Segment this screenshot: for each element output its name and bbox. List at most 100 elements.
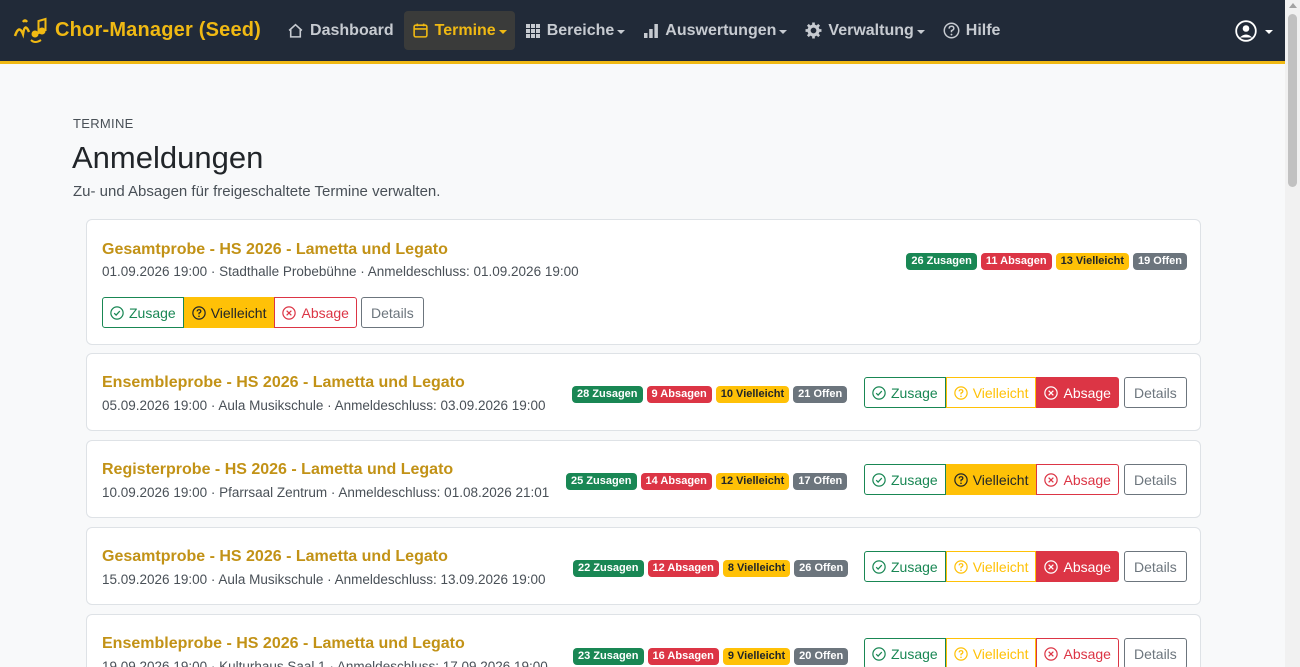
zusagen-badge: 26 Zusagen: [906, 253, 977, 270]
zusagen-badge: 22 Zusagen: [573, 560, 644, 577]
vielleicht-badge: 10 Vielleicht: [715, 386, 790, 403]
event-title[interactable]: Ensembleprobe - HS 2026 - Lametta und Le…: [102, 374, 465, 392]
vielleicht-button[interactable]: Vielleicht: [183, 297, 275, 328]
absage-button[interactable]: Absage: [1036, 464, 1119, 495]
nav-bereiche-label: Bereiche: [546, 21, 615, 39]
gear-icon: [805, 22, 822, 39]
vielleicht-button[interactable]: Vielleicht: [945, 464, 1037, 495]
zusage-label: Zusage: [891, 645, 938, 662]
absagen-badge: 14 Absagen: [640, 473, 712, 490]
zusagen-badge: 28 Zusagen: [572, 386, 643, 403]
vielleicht-badge: 8 Vielleicht: [722, 560, 791, 577]
calendar-icon: [412, 23, 428, 38]
x-circle-icon: [1044, 385, 1059, 400]
zusage-button[interactable]: Zusage: [864, 551, 946, 582]
nav-verwaltung[interactable]: Verwaltung: [797, 11, 932, 50]
check-circle-icon: [872, 472, 886, 487]
zusage-button[interactable]: Zusage: [102, 297, 184, 328]
details-button[interactable]: Details: [1124, 377, 1187, 408]
details-button[interactable]: Details: [1124, 638, 1187, 667]
brand-link[interactable]: Chor-Manager (Seed): [13, 14, 261, 48]
nav-termine[interactable]: Termine: [403, 11, 515, 50]
x-circle-icon: [1044, 646, 1059, 661]
details-button[interactable]: Details: [1124, 551, 1187, 582]
user-menu[interactable]: [1235, 20, 1273, 42]
absagen-badge: 11 Absagen: [980, 253, 1052, 270]
x-circle-icon: [1044, 472, 1059, 487]
page-scrollbar[interactable]: [1285, 0, 1300, 667]
absage-button[interactable]: Absage: [1036, 551, 1119, 582]
details-button[interactable]: Details: [361, 297, 424, 328]
event-card: Ensembleprobe - HS 2026 - Lametta und Le…: [86, 353, 1201, 431]
offen-badge: 21 Offen: [793, 386, 848, 403]
question-circle-icon: [953, 646, 968, 661]
question-circle-icon: [953, 472, 968, 487]
zusagen-badge: 23 Zusagen: [573, 648, 644, 665]
nav-auswertungen[interactable]: Auswertungen: [635, 11, 795, 50]
vielleicht-label: Vielleicht: [972, 558, 1029, 575]
question-circle-icon: [191, 305, 206, 320]
response-button-group: Zusage Vielleicht Absage: [864, 551, 1119, 582]
event-card: Ensembleprobe - HS 2026 - Lametta und Le…: [86, 614, 1201, 667]
nav-bereiche[interactable]: Bereiche: [517, 11, 634, 50]
question-circle-icon: [953, 385, 968, 400]
zusage-button[interactable]: Zusage: [864, 638, 946, 667]
response-button-group: Zusage Vielleicht Absage: [864, 464, 1119, 495]
grid-icon: [525, 23, 540, 38]
details-button[interactable]: Details: [1124, 464, 1187, 495]
nav-verwaltung-label: Verwaltung: [828, 21, 914, 39]
vielleicht-badge: 13 Vielleicht: [1055, 253, 1129, 270]
bar-chart-icon: [644, 23, 659, 38]
absage-button[interactable]: Absage: [1036, 638, 1119, 667]
zusage-button[interactable]: Zusage: [864, 377, 946, 408]
event-meta: 19.09.2026 19:00 · Kulturhaus Saal 1 · A…: [102, 659, 548, 667]
nav-dashboard-label: Dashboard: [310, 21, 394, 39]
zusage-label: Zusage: [891, 384, 938, 401]
vielleicht-button[interactable]: Vielleicht: [945, 551, 1037, 582]
page-title: Anmeldungen: [72, 140, 264, 175]
nav-hilfe[interactable]: Hilfe: [935, 11, 1009, 50]
nav-termine-label: Termine: [434, 21, 496, 39]
event-stats: 28 Zusagen 9 Absagen 10 Vielleicht 21 Of…: [572, 386, 848, 403]
absagen-badge: 12 Absagen: [647, 560, 719, 577]
home-icon: [288, 23, 303, 38]
vielleicht-button[interactable]: Vielleicht: [945, 377, 1037, 408]
scroll-up-arrow-icon[interactable]: [1289, 3, 1297, 8]
page-overline: TERMINE: [73, 116, 134, 131]
nav-dashboard[interactable]: Dashboard: [279, 11, 402, 50]
vielleicht-label: Vielleicht: [210, 304, 267, 321]
zusage-button[interactable]: Zusage: [864, 464, 946, 495]
vielleicht-button[interactable]: Vielleicht: [945, 638, 1037, 667]
main-nav: Dashboard Termine Bereiche Auswertungen …: [279, 11, 1010, 50]
response-button-group: Zusage Vielleicht Absage: [864, 377, 1119, 408]
question-circle-icon: [953, 559, 968, 574]
check-circle-icon: [110, 305, 124, 320]
event-stats: 26 Zusagen 11 Absagen 13 Vielleicht 19 O…: [906, 253, 1187, 270]
absagen-badge: 16 Absagen: [647, 648, 719, 665]
event-title[interactable]: Registerprobe - HS 2026 - Lametta und Le…: [102, 461, 453, 479]
chevron-down-icon: [1265, 30, 1273, 34]
absage-label: Absage: [1063, 384, 1111, 401]
absage-label: Absage: [1063, 471, 1111, 488]
scroll-thumb[interactable]: [1288, 14, 1297, 187]
event-title[interactable]: Ensembleprobe - HS 2026 - Lametta und Le…: [102, 635, 465, 653]
chevron-down-icon: [916, 29, 925, 34]
absage-button[interactable]: Absage: [274, 297, 357, 328]
zusage-label: Zusage: [891, 558, 938, 575]
event-meta: 10.09.2026 19:00 · Pfarrsaal Zentrum · A…: [102, 485, 550, 500]
event-card: Registerprobe - HS 2026 - Lametta und Le…: [86, 440, 1201, 518]
event-meta: 05.09.2026 19:00 · Aula Musikschule · An…: [102, 398, 546, 413]
event-title[interactable]: Gesamtprobe - HS 2026 - Lametta und Lega…: [102, 548, 448, 566]
absage-button[interactable]: Absage: [1036, 377, 1119, 408]
zusage-label: Zusage: [129, 304, 176, 321]
event-stats: 25 Zusagen 14 Absagen 12 Vielleicht 17 O…: [566, 473, 848, 490]
absage-label: Absage: [1063, 558, 1111, 575]
x-circle-icon: [282, 305, 297, 320]
chevron-down-icon: [498, 29, 507, 34]
offen-badge: 20 Offen: [794, 648, 849, 665]
absage-label: Absage: [1063, 645, 1111, 662]
event-title[interactable]: Gesamtprobe - HS 2026 - Lametta und Lega…: [102, 241, 448, 259]
absage-label: Absage: [301, 304, 349, 321]
vielleicht-label: Vielleicht: [972, 645, 1029, 662]
vielleicht-label: Vielleicht: [972, 471, 1029, 488]
